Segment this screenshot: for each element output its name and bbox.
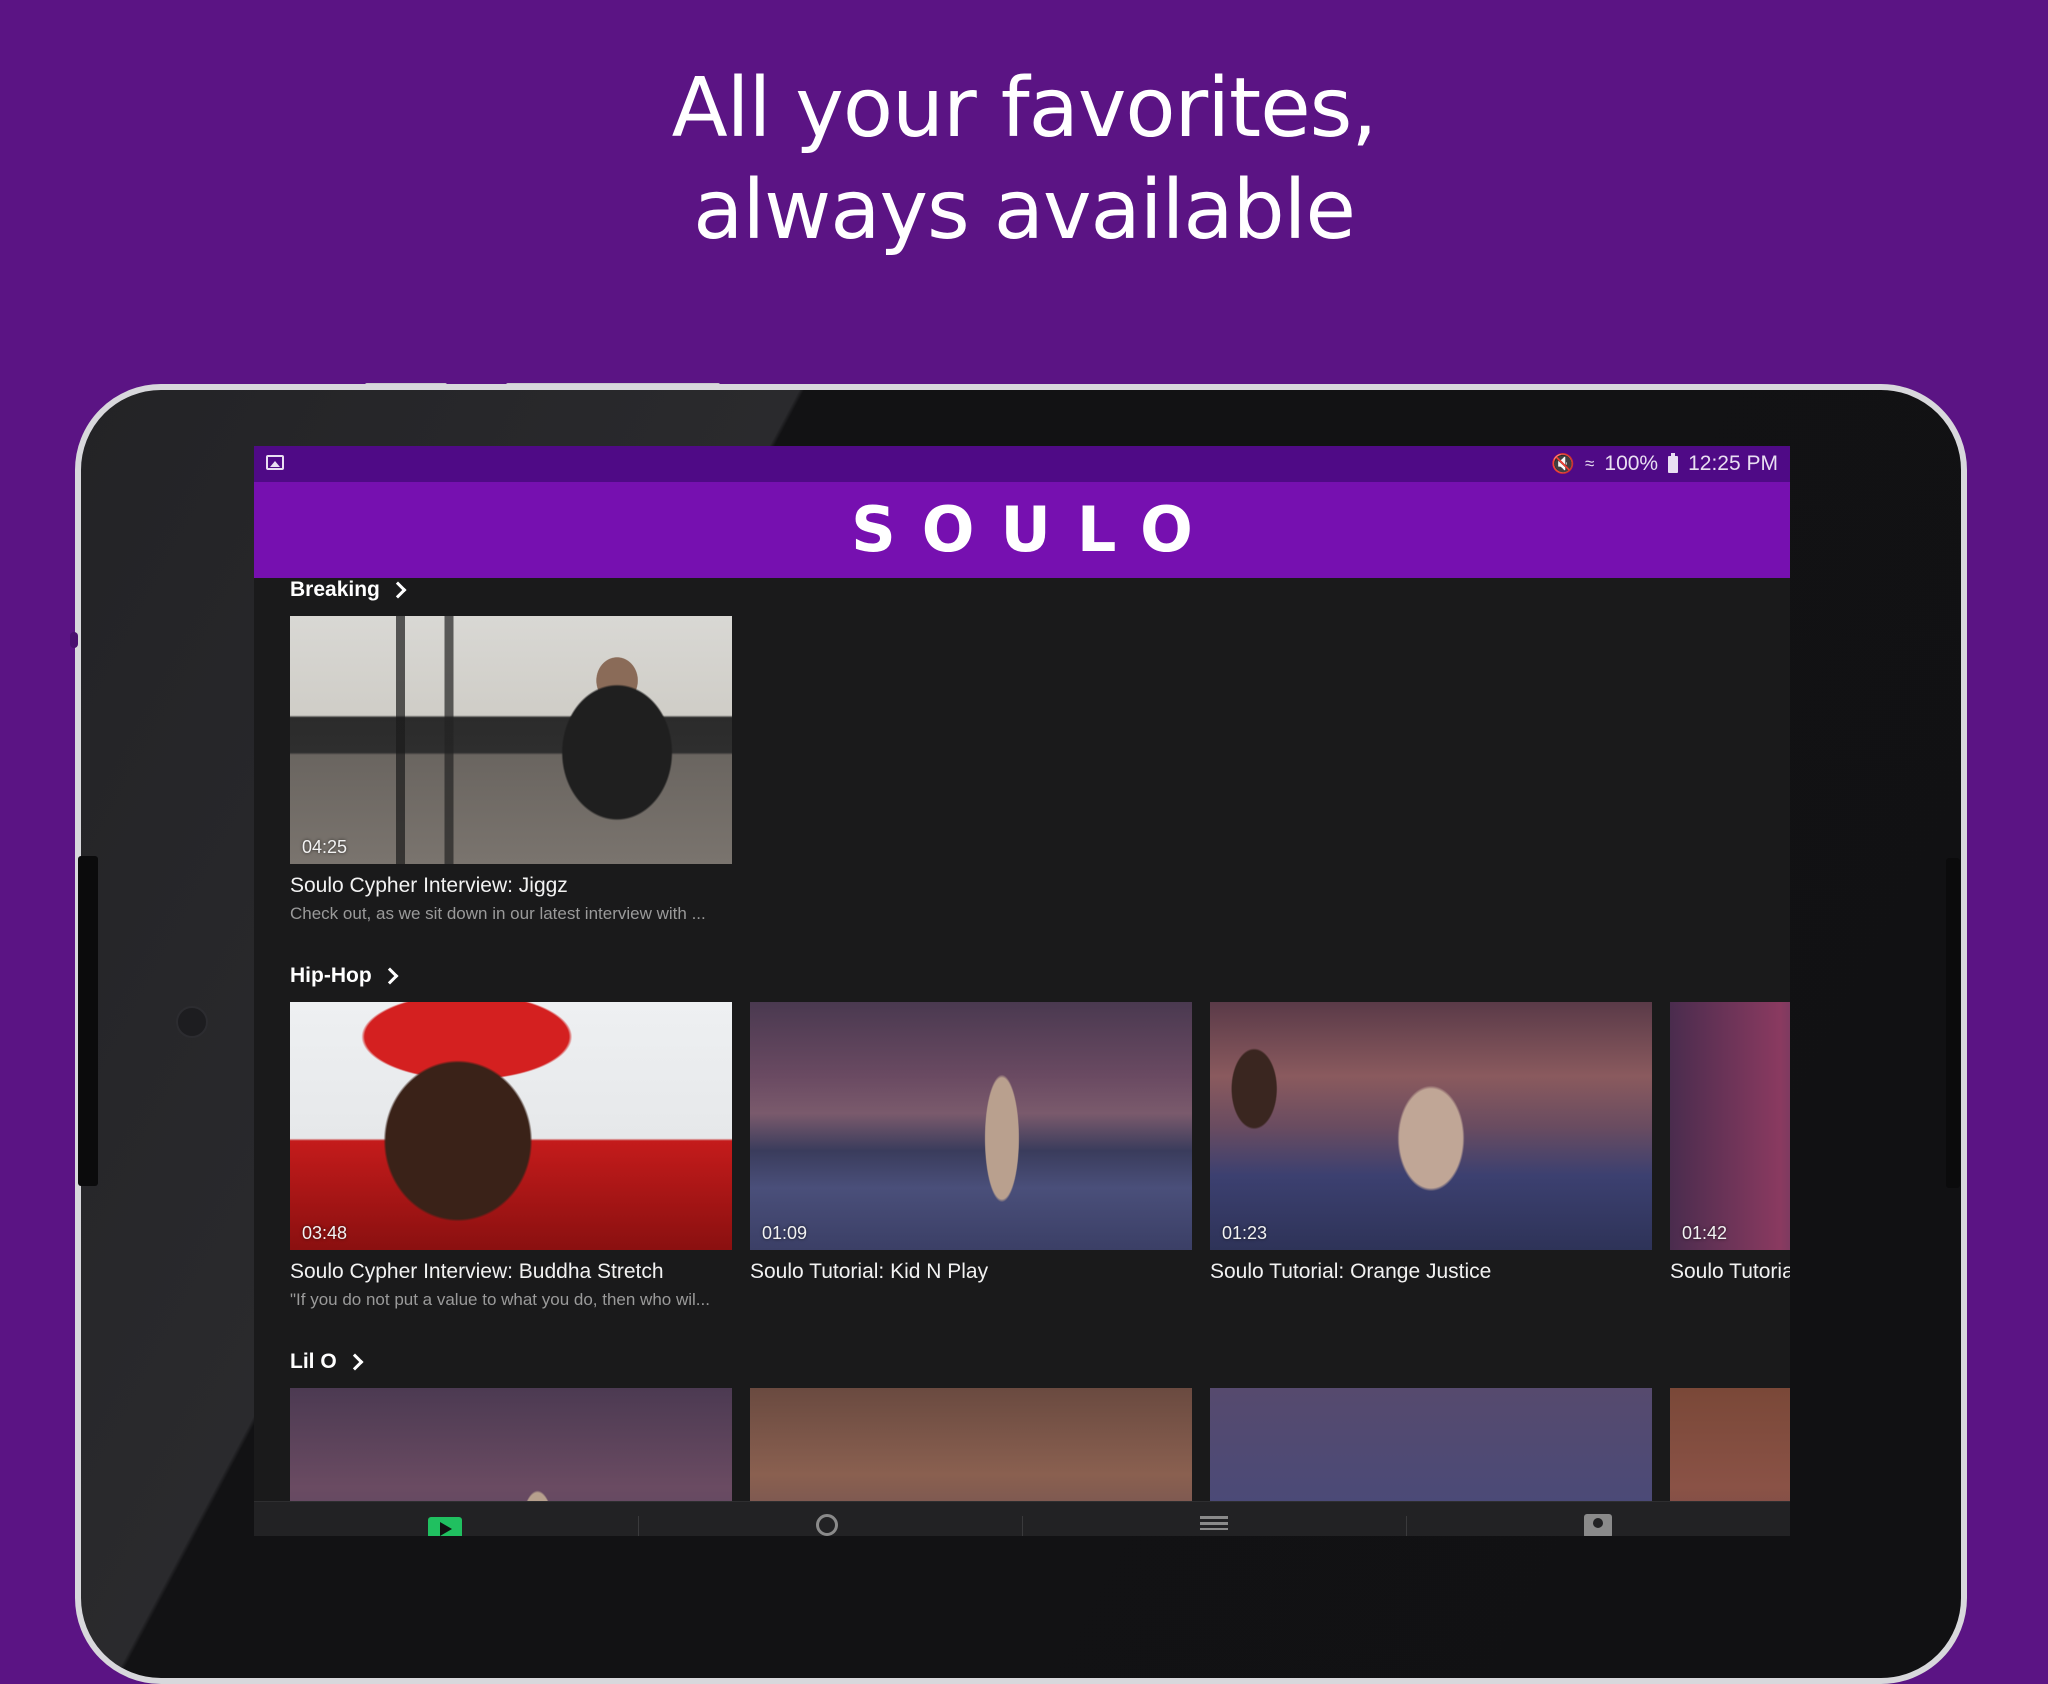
section-lil-o-header[interactable]: Lil O bbox=[290, 1350, 364, 1374]
video-description: "If you do not put a value to what you d… bbox=[290, 1290, 710, 1309]
video-title[interactable]: Soulo Tutorial: Kid N Play bbox=[750, 1260, 1192, 1284]
status-bar: 🔇 ≈ 100% 12:25 PM bbox=[254, 446, 1790, 482]
video-thumbnail[interactable]: 04:25 bbox=[290, 616, 732, 864]
play-icon bbox=[428, 1517, 462, 1536]
nav-tab-search[interactable] bbox=[638, 1502, 1022, 1536]
search-icon bbox=[816, 1514, 838, 1536]
bottom-navigation bbox=[254, 1501, 1790, 1536]
video-card[interactable]: 01:09 Soulo Tutorial: Kid N Play bbox=[750, 1002, 1192, 1284]
nav-tab-videos[interactable] bbox=[254, 1502, 638, 1536]
headline: All your favorites, always available bbox=[0, 58, 2048, 262]
video-thumbnail[interactable]: 03:48 bbox=[290, 1002, 732, 1250]
video-card[interactable]: 04:25 Soulo Cypher Interview: Jiggz Chec… bbox=[290, 616, 732, 924]
video-thumbnail[interactable]: 01:23 bbox=[1210, 1002, 1652, 1250]
menu-icon bbox=[1200, 1516, 1228, 1530]
video-thumbnail[interactable]: 01:09 bbox=[750, 1002, 1192, 1250]
status-indicators: 🔇 ≈ 100% 12:25 PM bbox=[1551, 452, 1778, 476]
video-title[interactable]: Soulo Cypher Interview: Jiggz bbox=[290, 874, 732, 898]
tablet-side-key-left bbox=[78, 856, 98, 1186]
chevron-right-icon bbox=[346, 1353, 364, 1371]
profile-icon bbox=[1584, 1514, 1612, 1536]
video-duration: 01:23 bbox=[1222, 1223, 1268, 1243]
clock: 12:25 PM bbox=[1688, 452, 1778, 475]
tablet-notch bbox=[70, 632, 78, 648]
headline-line-2: always available bbox=[693, 163, 1356, 258]
nav-tab-profile[interactable] bbox=[1406, 1502, 1790, 1536]
video-duration: 01:42 bbox=[1682, 1223, 1728, 1243]
app-header: SOULO bbox=[254, 482, 1790, 578]
video-duration: 03:48 bbox=[302, 1223, 348, 1243]
tablet-screen: 🔇 ≈ 100% 12:25 PM SOULO Breaking 04:25 S… bbox=[254, 446, 1790, 1536]
section-title: Hip-Hop bbox=[290, 964, 372, 987]
tablet-side-key-right bbox=[1946, 858, 1960, 1188]
headline-line-1: All your favorites, bbox=[671, 61, 1378, 156]
section-title: Breaking bbox=[290, 578, 380, 601]
chevron-right-icon bbox=[389, 581, 407, 599]
video-card[interactable]: 01:42 Soulo Tutoria bbox=[1670, 1002, 1790, 1284]
video-title[interactable]: Soulo Tutoria bbox=[1670, 1260, 1790, 1284]
video-description: Check out, as we sit down in our latest … bbox=[290, 904, 706, 923]
section-title: Lil O bbox=[290, 1350, 337, 1373]
camera-icon bbox=[176, 1006, 208, 1038]
video-card[interactable]: 01:23 Soulo Tutorial: Orange Justice bbox=[1210, 1002, 1652, 1284]
video-title[interactable]: Soulo Tutorial: Orange Justice bbox=[1210, 1260, 1652, 1284]
video-card[interactable]: 03:48 Soulo Cypher Interview: Buddha Str… bbox=[290, 1002, 732, 1310]
video-title[interactable]: Soulo Cypher Interview: Buddha Stretch bbox=[290, 1260, 732, 1284]
chevron-right-icon bbox=[381, 967, 399, 985]
battery-icon bbox=[1668, 452, 1679, 473]
wifi-icon: ≈ bbox=[1585, 454, 1595, 473]
battery-percent: 100% bbox=[1604, 452, 1659, 475]
video-thumbnail[interactable]: 01:42 bbox=[1670, 1002, 1790, 1250]
video-duration: 01:09 bbox=[762, 1223, 808, 1243]
nav-tab-menu[interactable] bbox=[1022, 1502, 1406, 1536]
mute-icon: 🔇 bbox=[1551, 454, 1576, 475]
soulo-logo: SOULO bbox=[851, 493, 1219, 566]
video-duration: 04:25 bbox=[302, 837, 348, 857]
section-breaking-header[interactable]: Breaking bbox=[290, 578, 407, 602]
section-hip-hop-header[interactable]: Hip-Hop bbox=[290, 964, 399, 988]
image-notification-icon bbox=[266, 455, 284, 470]
